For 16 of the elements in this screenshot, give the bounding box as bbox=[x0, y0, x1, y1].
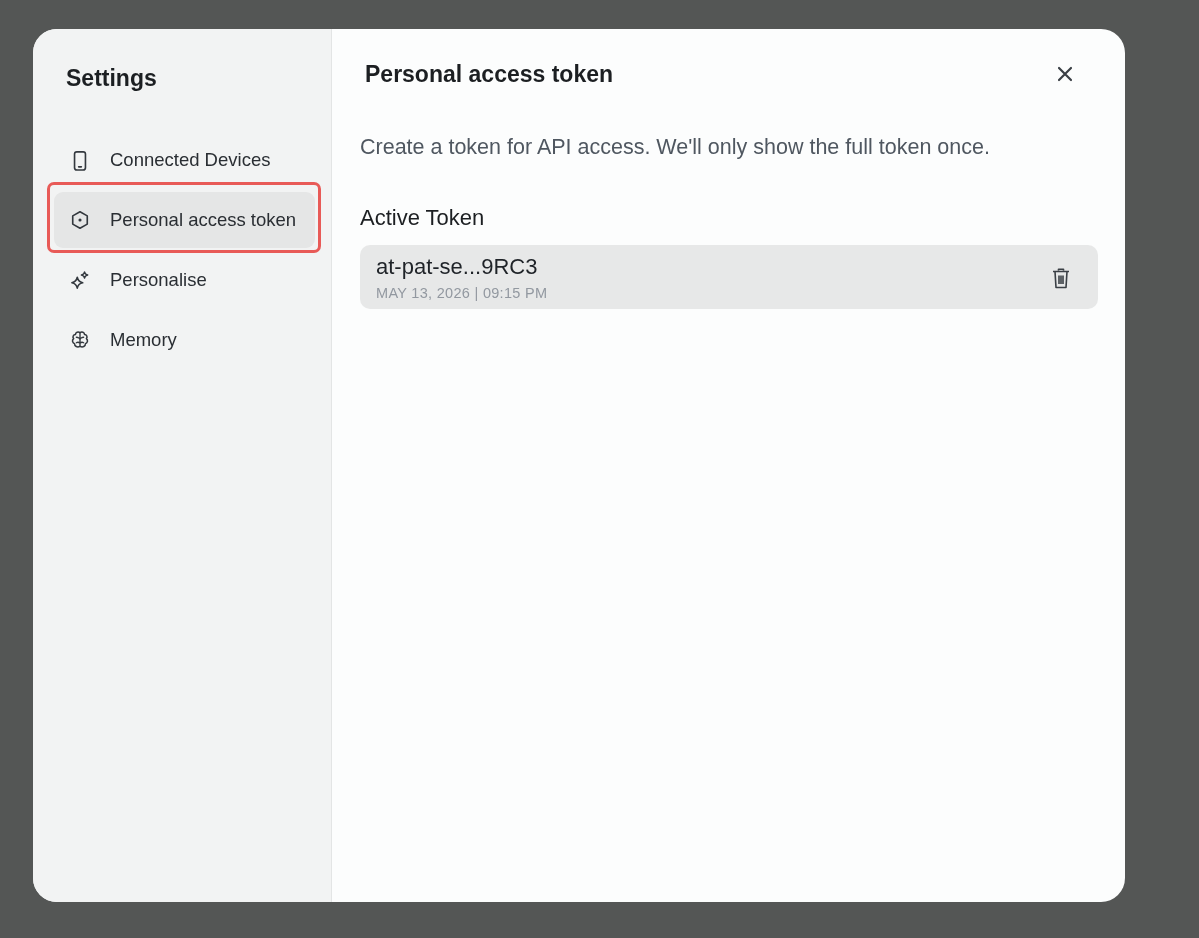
sidebar-item[interactable]: Memory bbox=[54, 312, 315, 368]
panel-title: Personal access token bbox=[365, 60, 614, 88]
delete-button[interactable] bbox=[1052, 267, 1070, 289]
token-name: at-pat-se...9RC3 bbox=[376, 254, 538, 280]
panel-description: Create a token for API access. We'll only show the full token once. bbox=[360, 134, 991, 161]
hexagon-icon bbox=[70, 209, 90, 231]
brain-icon bbox=[70, 329, 90, 351]
sidebar-title: Settings bbox=[66, 64, 157, 92]
trash-icon bbox=[1052, 267, 1070, 289]
token-date: MAY 13, 2026 | 09:15 PM bbox=[376, 284, 548, 302]
section-title: Active Token bbox=[360, 204, 485, 232]
sparkles-icon bbox=[70, 269, 90, 291]
close-icon bbox=[1057, 66, 1073, 82]
sidebar-item[interactable]: Connected Devices bbox=[54, 132, 315, 188]
sidebar-item[interactable]: Personalise bbox=[54, 252, 315, 308]
sidebar-item[interactable]: Personal access token bbox=[54, 192, 315, 248]
